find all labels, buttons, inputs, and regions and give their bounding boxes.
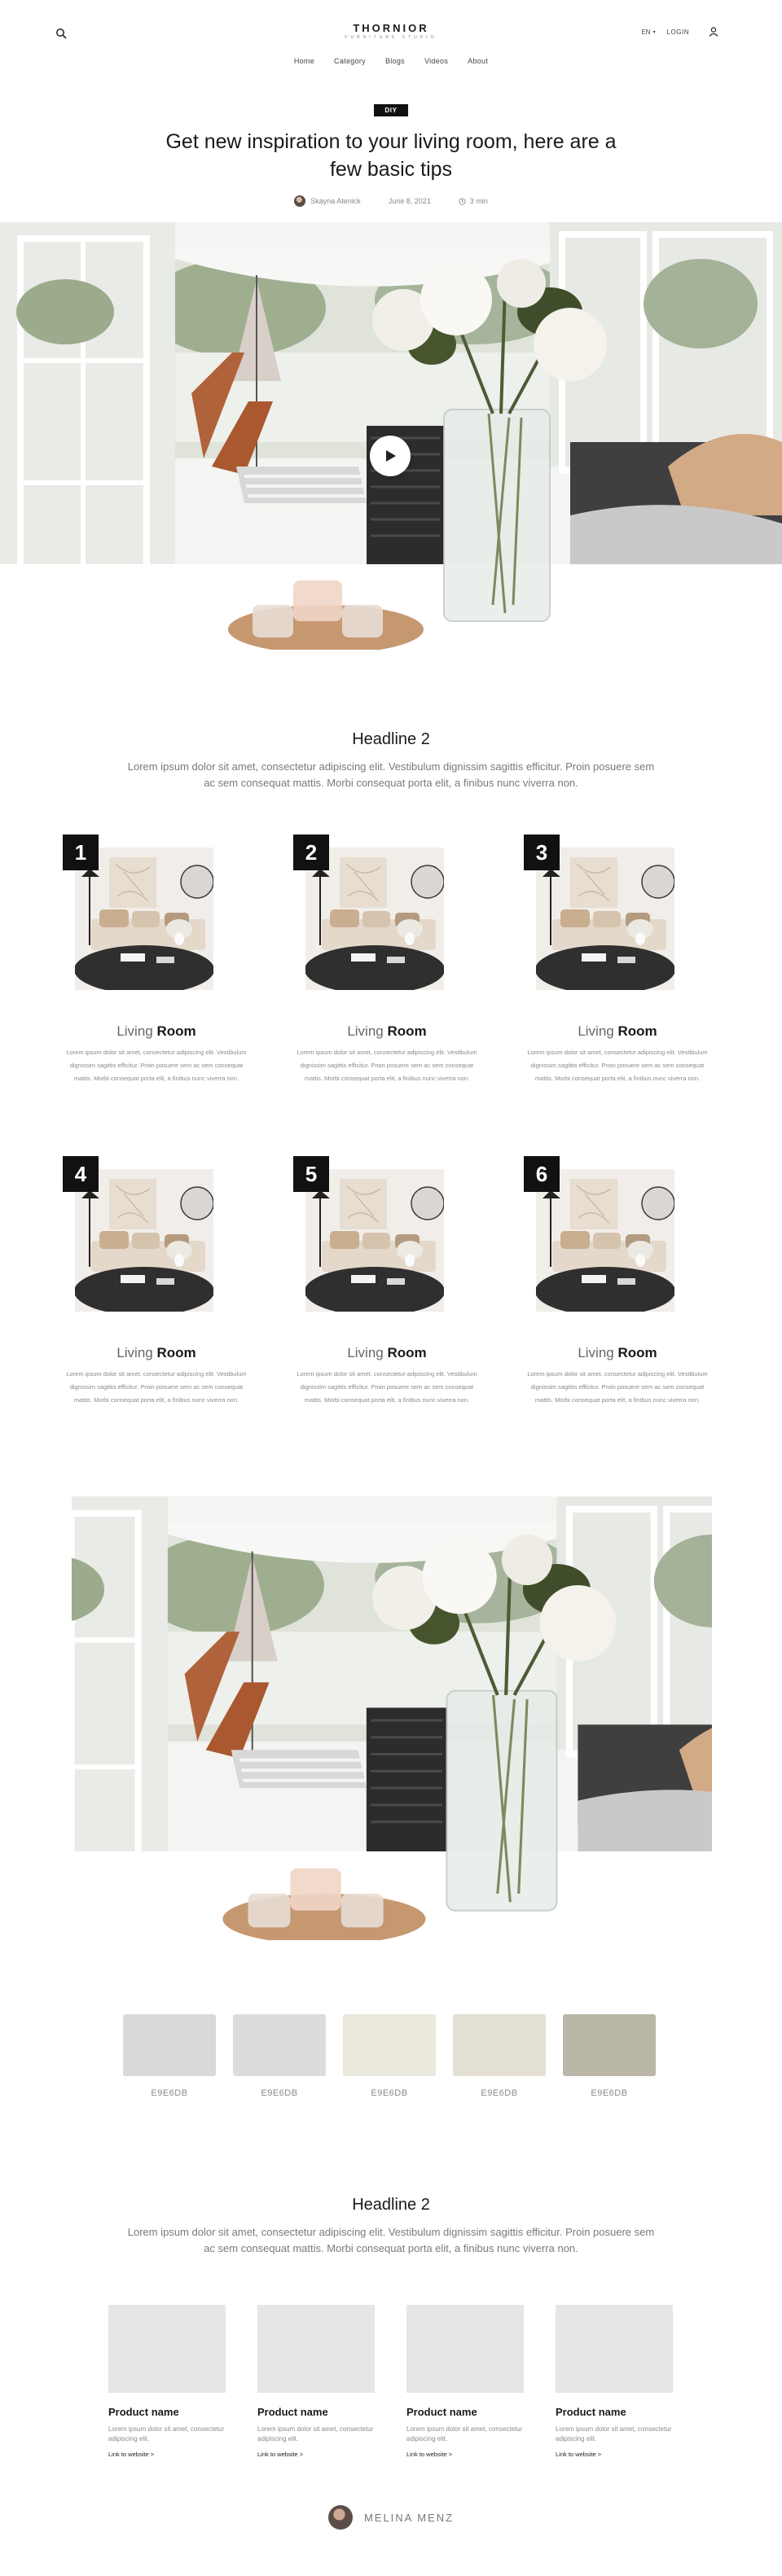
card-body: Lorem ipsum dolor sit amet, consectetur …	[527, 1370, 708, 1404]
product-image[interactable]	[108, 2305, 226, 2393]
product-name: Product name	[556, 2406, 626, 2418]
card-number: 6	[524, 1156, 560, 1192]
product-description: Lorem ipsum dolor sit amet, consectetur …	[257, 2425, 374, 2442]
section-lead: Lorem ipsum dolor sit amet, consectetur …	[127, 760, 655, 789]
card-title: Living Room	[524, 1023, 711, 1040]
card-body: Lorem ipsum dolor sit amet, consectetur …	[527, 1049, 708, 1082]
card-number: 2	[293, 835, 329, 870]
article-meta: Skayna Atenick June 8, 2021 3 min	[0, 193, 782, 209]
color-swatch[interactable]	[453, 2014, 546, 2076]
play-button[interactable]	[370, 436, 411, 476]
card-title-bold: Room	[387, 1023, 427, 1039]
swatch-label: E9E6DB	[261, 2088, 298, 2098]
author-avatar	[294, 195, 306, 207]
card-title: Living Room	[63, 1345, 250, 1361]
product-link[interactable]: Link to website >	[406, 2451, 524, 2458]
language-label: EN	[641, 28, 651, 36]
chevron-down-icon: ▾	[652, 29, 656, 35]
product-description: Lorem ipsum dolor sit amet, consectetur …	[108, 2425, 225, 2442]
card-title-bold: Room	[156, 1345, 196, 1360]
card-number: 5	[293, 1156, 329, 1192]
color-swatch[interactable]	[343, 2014, 436, 2076]
card-title-bold: Room	[617, 1345, 657, 1360]
author-avatar	[327, 2505, 353, 2530]
color-swatch[interactable]	[123, 2014, 216, 2076]
card-number: 3	[524, 835, 560, 870]
product-link[interactable]: Link to website >	[556, 2451, 673, 2458]
product-name: Product name	[406, 2406, 477, 2418]
play-icon	[386, 450, 396, 462]
product-image[interactable]	[556, 2305, 673, 2393]
nav-category[interactable]: Category	[334, 57, 366, 65]
card-body: Lorem ipsum dolor sit amet, consectetur …	[297, 1049, 477, 1082]
product-link[interactable]: Link to website >	[108, 2451, 226, 2458]
hero-video[interactable]	[0, 222, 782, 650]
card-title-bold: Room	[156, 1023, 196, 1039]
product-card[interactable]: Product name Lorem ipsum dolor sit amet,…	[406, 2305, 524, 2458]
language-selector[interactable]: EN ▾	[641, 28, 655, 36]
swatch-label: E9E6DB	[151, 2088, 188, 2098]
nav-videos[interactable]: Videos	[424, 57, 448, 65]
clock-icon	[459, 197, 466, 205]
color-swatch[interactable]	[233, 2014, 326, 2076]
swatch-label: E9E6DB	[371, 2088, 408, 2098]
card-body: Lorem ipsum dolor sit amet, consectetur …	[66, 1370, 247, 1404]
card-title-light: Living	[347, 1345, 384, 1360]
card-title-bold: Room	[617, 1023, 657, 1039]
nav-blogs[interactable]: Blogs	[385, 57, 405, 65]
site-header: THORNIOR FURNITURE STUDIO EN ▾ LOGIN Hom…	[0, 0, 782, 78]
product-image[interactable]	[257, 2305, 375, 2393]
user-icon[interactable]	[709, 27, 718, 37]
main-nav: Home Category Blogs Videos About	[0, 57, 782, 65]
section-headline-1: Headline 2 Lorem ipsum dolor sit amet, c…	[0, 730, 782, 791]
card-title-light: Living	[578, 1023, 614, 1039]
article-tag-wrap: DIY	[0, 102, 782, 116]
card-title-bold: Room	[387, 1345, 427, 1360]
product-image[interactable]	[406, 2305, 524, 2393]
nav-home[interactable]: Home	[294, 57, 314, 65]
card-body: Lorem ipsum dolor sit amet, consectetur …	[66, 1049, 247, 1082]
section-lead: Lorem ipsum dolor sit amet, consectetur …	[127, 2226, 655, 2254]
product-card[interactable]: Product name Lorem ipsum dolor sit amet,…	[556, 2305, 673, 2458]
card-number: 4	[63, 1156, 99, 1192]
product-name: Product name	[257, 2406, 328, 2418]
card-title-light: Living	[116, 1023, 153, 1039]
card-title-light: Living	[116, 1345, 153, 1360]
card-title: Living Room	[293, 1023, 481, 1040]
card-title-light: Living	[578, 1345, 614, 1360]
nav-about[interactable]: About	[468, 57, 488, 65]
login-link[interactable]: LOGIN	[667, 28, 689, 36]
product-card[interactable]: Product name Lorem ipsum dolor sit amet,…	[257, 2305, 375, 2458]
read-time: 3 min	[459, 197, 488, 205]
section-title: Headline 2	[352, 2196, 430, 2214]
swatch-label: E9E6DB	[591, 2088, 628, 2098]
publish-date: June 8, 2021	[388, 197, 431, 205]
author-name: MELINA MENZ	[363, 2511, 455, 2524]
card-title-light: Living	[347, 1023, 384, 1039]
product-card[interactable]: Product name Lorem ipsum dolor sit amet,…	[108, 2305, 226, 2458]
author-info[interactable]: Skayna Atenick	[294, 195, 361, 207]
card-title: Living Room	[524, 1345, 711, 1361]
card-number: 1	[63, 835, 99, 870]
header-actions: EN ▾ LOGIN	[641, 27, 718, 37]
product-link[interactable]: Link to website >	[257, 2451, 375, 2458]
product-description: Lorem ipsum dolor sit amet, consectetur …	[406, 2425, 523, 2442]
product-name: Product name	[108, 2406, 179, 2418]
section-title: Headline 2	[352, 730, 430, 748]
inspiration-photo	[72, 1496, 712, 1940]
card-title: Living Room	[293, 1345, 481, 1361]
swatch-label: E9E6DB	[481, 2088, 518, 2098]
category-tag[interactable]: DIY	[374, 104, 408, 116]
product-description: Lorem ipsum dolor sit amet, consectetur …	[556, 2425, 672, 2442]
room-photo	[72, 1496, 712, 1940]
author-footer[interactable]: MELINA MENZ	[0, 2505, 782, 2530]
read-time-label: 3 min	[469, 197, 488, 205]
color-swatch[interactable]	[563, 2014, 656, 2076]
card-body: Lorem ipsum dolor sit amet, consectetur …	[297, 1370, 477, 1404]
section-headline-2: Headline 2 Lorem ipsum dolor sit amet, c…	[0, 2196, 782, 2257]
card-title: Living Room	[63, 1023, 250, 1040]
author-name: Skayna Atenick	[310, 197, 361, 205]
article-title: Get new inspiration to your living room,…	[165, 130, 617, 181]
